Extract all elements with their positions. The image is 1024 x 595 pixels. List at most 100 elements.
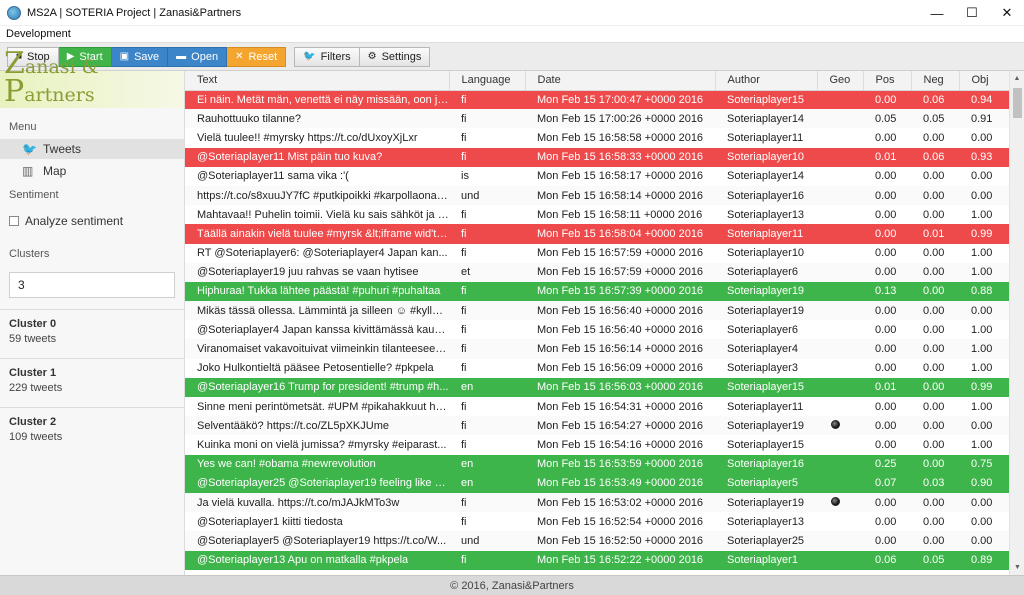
cluster-item[interactable]: Cluster 2 109 tweets (0, 407, 184, 456)
settings-label: Settings (381, 50, 422, 63)
cell-author: Soteriaplayer11 (727, 400, 804, 413)
table-row[interactable]: @Soteriaplayer1 kiitti tiedosta fi Mon Feb… (185, 512, 1009, 531)
cell-text: Selventääkö? https://t.co/ZL5pXKJUme (185, 416, 449, 436)
globe-icon (831, 419, 840, 429)
table-row[interactable]: Ei näin. Metät män, venettä ei näy missä… (185, 90, 1009, 110)
cell-author: Soteriaplayer16 (715, 185, 817, 206)
clusters-input[interactable] (9, 272, 175, 298)
open-label: Open (191, 50, 219, 63)
cell-text: Kuinka moni on vielä jumissa? #myrsky #e… (197, 438, 447, 451)
table-row[interactable]: @Soteriaplayer11 Mist päin tuo kuva? fi Mo… (185, 147, 1009, 167)
column-header-date[interactable]: Date (525, 71, 716, 91)
column-header-text[interactable]: Text (185, 71, 450, 91)
table-row[interactable]: Mikäs tässä ollessa. Lämmintä ja silleen… (185, 301, 1009, 321)
table-row[interactable]: @Soteriaplayer5 @Soteriaplayer19 https:/… (185, 531, 1009, 551)
column-header-obj[interactable]: Obj (959, 71, 1009, 91)
scroll-down-icon[interactable]: ▼ (1010, 560, 1024, 575)
table-row[interactable]: Vielä tuulee!! #myrsky https://t.co/dUxo… (185, 128, 1009, 147)
cell-language: fi (449, 339, 525, 359)
cell-language: fi (461, 131, 467, 144)
cell-geo (817, 359, 863, 378)
cell-pos: 0.00 (863, 224, 911, 244)
cell-date: Mon Feb 15 17:00:26 +0000 2016 (525, 109, 715, 129)
cell-text: Mahtavaa!! Puhelin toimii. Vielä ku sais… (197, 208, 449, 221)
column-header-author[interactable]: Author (715, 71, 818, 91)
cluster-item[interactable]: Cluster 1 229 tweets (0, 358, 184, 407)
sidebar-item-label: Map (43, 164, 67, 178)
vertical-scrollbar[interactable]: ▲ ▼ (1009, 71, 1024, 575)
minimize-button[interactable]: — (920, 0, 954, 26)
cell-date: Mon Feb 15 16:58:14 +0000 2016 (525, 185, 715, 206)
cell-language: is (461, 170, 469, 183)
close-button[interactable]: ✕ (990, 0, 1024, 26)
table-row[interactable]: Viranomaiset vakavoituivat viimeinkin ti… (185, 339, 1009, 359)
cell-geo (817, 454, 863, 474)
cell-pos: 0.00 (875, 208, 897, 221)
maximize-button[interactable]: ☐ (955, 0, 989, 26)
analyze-sentiment-row[interactable]: Analyze sentiment (0, 214, 184, 228)
cell-date: Mon Feb 15 16:58:58 +0000 2016 (537, 131, 704, 144)
table-row[interactable]: @Soteriaplayer11 sama vika :'(is Mon Feb … (185, 167, 1009, 186)
table-row[interactable]: Yes we can! #obama #newrevolution en Mon F… (185, 454, 1009, 474)
reset-button[interactable]: ✕ Reset (227, 46, 287, 67)
table-row[interactable]: @Soteriaplayer4 Japan kanssa kivittämäss… (185, 320, 1009, 339)
settings-button[interactable]: ⚙ Settings (359, 46, 431, 67)
cell-obj: 1.00 (971, 438, 993, 451)
cell-language: et (449, 262, 525, 282)
table-row[interactable]: Kuinka moni on vielä jumissa? #myrsky #e… (185, 435, 1009, 454)
cell-text: @Soteriaplayer13 Apu on matkalla #pkpela (185, 550, 449, 570)
twitter-icon: 🐦 (22, 142, 37, 156)
table-row[interactable]: RT @Soteriaplayer6: @Soteriaplayer4 Japa… (185, 244, 1009, 263)
column-header-neg[interactable]: Neg (911, 71, 960, 91)
cell-obj: 0.00 (959, 301, 1009, 321)
cell-language: en (449, 473, 525, 493)
table-row[interactable]: @Soteriaplayer25 @Soteriaplayer19 feelin… (185, 473, 1009, 493)
filter-button-group: 🐦 Filters ⚙ Settings (294, 46, 431, 67)
cell-neg: 0.00 (923, 170, 945, 183)
cell-obj: 0.88 (959, 281, 1009, 302)
cell-text: @Soteriaplayer11 Mist päin tuo kuva? (185, 147, 449, 167)
table-row[interactable]: Sinne meni perintömetsät. #UPM #pikahakk… (185, 397, 1009, 416)
cell-pos: 0.00 (863, 492, 911, 513)
cell-date: Mon Feb 15 16:58:33 +0000 2016 (525, 147, 715, 167)
cell-language: fi (461, 438, 467, 451)
table-row[interactable]: @Soteriaplayer13 Apu on matkalla #pkpela… (185, 550, 1009, 570)
table-row[interactable]: Täällä ainakin vielä tuulee #myrsk &lt;i… (185, 224, 1009, 244)
menu-development[interactable]: Development (6, 28, 71, 40)
table-row[interactable]: Rauhottuuko tilanne? fi Mon Feb 15 17:00:2… (185, 109, 1009, 129)
cell-date: Mon Feb 15 16:56:40 +0000 2016 (525, 301, 715, 321)
cell-neg: 0.00 (911, 416, 959, 436)
cell-author: Soteriaplayer19 (715, 416, 817, 436)
sidebar-item-map[interactable]: ▥ Map (0, 161, 184, 181)
cell-neg: 0.05 (911, 109, 959, 129)
cell-obj: 0.91 (959, 109, 1009, 129)
cluster-item[interactable]: Cluster 0 59 tweets (0, 309, 184, 358)
table-row[interactable]: Joko Hulkontieltä pääsee Petosentielle? … (185, 359, 1009, 378)
cell-geo (817, 205, 863, 224)
table-row[interactable]: Ja vielä kuvalla. https://t.co/mJAJkMTo3… (185, 492, 1009, 513)
table-row[interactable]: @Soteriaplayer19 juu rahvas se vaan hyti… (185, 262, 1009, 282)
column-header-language[interactable]: Language (449, 71, 526, 91)
cell-text: Sinne meni perintömetsät. #UPM #pikahakk… (197, 400, 449, 413)
scroll-thumb[interactable] (1013, 88, 1022, 118)
cell-language: fi (461, 515, 467, 528)
cell-text: @Soteriaplayer16 Trump for president! #t… (185, 377, 449, 397)
cell-language: fi (461, 400, 467, 413)
analyze-sentiment-checkbox[interactable] (9, 216, 19, 226)
scroll-up-icon[interactable]: ▲ (1010, 71, 1024, 86)
table-row[interactable]: @Soteriaplayer16 Trump for president! #t… (185, 377, 1009, 397)
table-row[interactable]: Selventääkö? https://t.co/ZL5pXKJUme fi Mo… (185, 416, 1009, 436)
column-header-geo[interactable]: Geo (817, 71, 864, 91)
cell-pos: 0.00 (875, 323, 897, 336)
table-row[interactable]: https://t.co/s8xuuJY7fC #putkipoikki #ka… (185, 185, 1009, 206)
cell-pos: 0.01 (863, 147, 911, 167)
cell-author: Soteriaplayer25 (715, 531, 817, 551)
table-row[interactable]: Hiphuraa! Tukka lähtee päästä! #puhuri #… (185, 281, 1009, 302)
table-row[interactable]: Mahtavaa!! Puhelin toimii. Vielä ku sais… (185, 205, 1009, 224)
cell-neg: 0.05 (911, 550, 959, 570)
sidebar-item-tweets[interactable]: 🐦 Tweets (0, 139, 184, 159)
cell-obj: 0.00 (959, 185, 1009, 206)
filters-button[interactable]: 🐦 Filters (294, 46, 360, 67)
table-body: Ei näin. Metät män, venettä ei näy missä… (185, 90, 1009, 570)
column-header-pos[interactable]: Pos (863, 71, 912, 91)
